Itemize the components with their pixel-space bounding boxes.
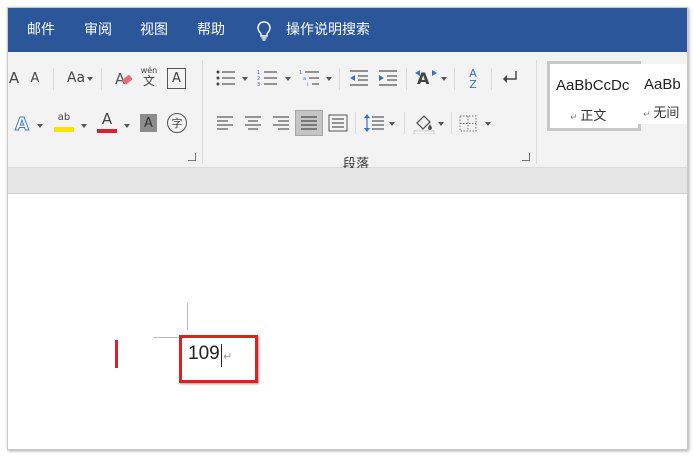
chevron-down-icon[interactable] <box>37 124 43 128</box>
chevron-down-icon[interactable] <box>124 124 130 128</box>
highlighter-icon: ab <box>57 112 71 123</box>
chevron-down-icon[interactable] <box>285 77 291 81</box>
style-name: ↵ 无间 <box>643 106 680 121</box>
divider <box>355 112 356 134</box>
style-name: ↵ 正文 <box>570 109 607 124</box>
distributed-align-icon[interactable] <box>328 114 348 132</box>
font-color-button[interactable]: A <box>96 110 118 134</box>
tab-mailings[interactable]: 邮件 <box>27 8 55 52</box>
divider <box>53 68 54 90</box>
red-margin-marker <box>115 340 118 368</box>
change-case-icon: Aa <box>66 70 86 86</box>
line-spacing-icon[interactable] <box>363 113 385 133</box>
divider <box>406 68 407 90</box>
chevron-down-icon[interactable] <box>438 122 444 126</box>
text-effects-icon: A <box>15 113 30 135</box>
align-left-icon[interactable] <box>216 115 234 131</box>
shrink-font-button[interactable]: A <box>27 68 43 88</box>
svg-text:1: 1 <box>299 70 302 76</box>
ribbon-tab-bar: 邮件 审阅 视图 帮助 操作说明搜索 <box>8 8 687 52</box>
tab-help[interactable]: 帮助 <box>197 8 225 52</box>
chevron-down-icon[interactable] <box>87 77 93 81</box>
sort-icon-bottom: Z <box>469 78 477 91</box>
multilevel-list-icon[interactable]: 1ai <box>299 69 321 87</box>
divider <box>101 68 102 90</box>
character-shading-button[interactable]: A <box>140 114 157 132</box>
highlight-button[interactable]: ab <box>53 110 75 134</box>
divider <box>454 68 455 90</box>
lightbulb-icon[interactable] <box>256 21 272 41</box>
justify-icon <box>301 116 317 130</box>
style-name-text: 无间 <box>653 106 680 121</box>
justify-button[interactable] <box>295 110 323 136</box>
highlight-color-bar <box>54 127 74 132</box>
font-dialog-launcher-icon[interactable] <box>188 153 196 161</box>
svg-text:3: 3 <box>257 82 260 87</box>
chevron-down-icon[interactable] <box>441 77 447 81</box>
enclose-characters-icon: 字 <box>171 117 183 130</box>
style-name-text: 正文 <box>580 109 607 124</box>
style-preview: AaBb <box>644 76 681 93</box>
style-normal[interactable]: AaBbCcDc ↵ 正文 <box>547 61 641 131</box>
word-window: 邮件 审阅 视图 帮助 操作说明搜索 A A Aa A wén 文 A A ab… <box>7 7 688 450</box>
increase-indent-icon[interactable] <box>377 69 399 87</box>
character-border-button[interactable]: A <box>167 68 186 89</box>
phonetic-guide-bottom: 文 <box>142 74 155 88</box>
show-hide-marks-icon[interactable] <box>501 70 519 86</box>
character-shading-icon: A <box>144 115 153 131</box>
shading-icon[interactable] <box>413 112 435 134</box>
shrink-font-icon: A <box>30 70 40 86</box>
divider <box>491 68 492 90</box>
chevron-down-icon[interactable] <box>81 124 87 128</box>
divider <box>404 112 405 134</box>
character-border-icon: A <box>172 71 181 86</box>
document-area-top <box>8 168 687 194</box>
tell-me-search[interactable]: 操作说明搜索 <box>286 8 370 52</box>
divider <box>451 112 452 134</box>
grow-font-button[interactable]: A <box>8 68 21 88</box>
numbering-icon[interactable]: 123 <box>257 69 279 87</box>
change-case-button[interactable]: Aa <box>63 68 89 88</box>
style-no-spacing[interactable]: AaBb ↵ 无间 <box>638 64 687 124</box>
clear-formatting-icon[interactable]: A <box>114 69 134 89</box>
phonetic-guide-button[interactable]: wén 文 <box>139 64 159 90</box>
document-page[interactable]: 109 ↵ <box>8 194 687 449</box>
decrease-indent-icon[interactable] <box>348 69 370 87</box>
crop-mark-vertical <box>187 303 188 330</box>
borders-icon[interactable] <box>459 115 477 132</box>
svg-text:a: a <box>303 76 306 82</box>
font-color-icon: A <box>101 110 113 128</box>
chevron-down-icon[interactable] <box>485 122 491 126</box>
enclose-characters-button[interactable]: 字 <box>167 113 187 133</box>
align-center-icon[interactable] <box>244 115 262 131</box>
align-right-icon[interactable] <box>272 115 290 131</box>
asian-layout-icon[interactable]: A <box>414 67 438 89</box>
crop-mark-horizontal <box>153 337 182 338</box>
font-color-bar <box>97 129 117 133</box>
chevron-down-icon[interactable] <box>389 122 395 126</box>
paragraph-dialog-launcher-icon[interactable] <box>522 153 530 161</box>
chevron-down-icon[interactable] <box>242 77 248 81</box>
chevron-down-icon[interactable] <box>326 77 332 81</box>
ribbon: A A Aa A wén 文 A A ab A A 字 1 2 3 1 a i … <box>8 52 687 172</box>
divider <box>339 68 340 90</box>
text-effects-button[interactable]: A <box>13 113 31 135</box>
highlight-annotation-box <box>179 335 258 383</box>
tab-view[interactable]: 视图 <box>140 8 168 52</box>
tab-review[interactable]: 审阅 <box>84 8 112 52</box>
sort-button[interactable]: A Z <box>463 66 483 92</box>
svg-text:i: i <box>307 82 308 87</box>
grow-font-icon: A <box>8 69 20 87</box>
group-divider <box>202 60 203 164</box>
bullets-icon[interactable] <box>215 69 237 87</box>
group-divider <box>536 60 537 164</box>
style-preview: AaBbCcDc <box>556 77 630 94</box>
